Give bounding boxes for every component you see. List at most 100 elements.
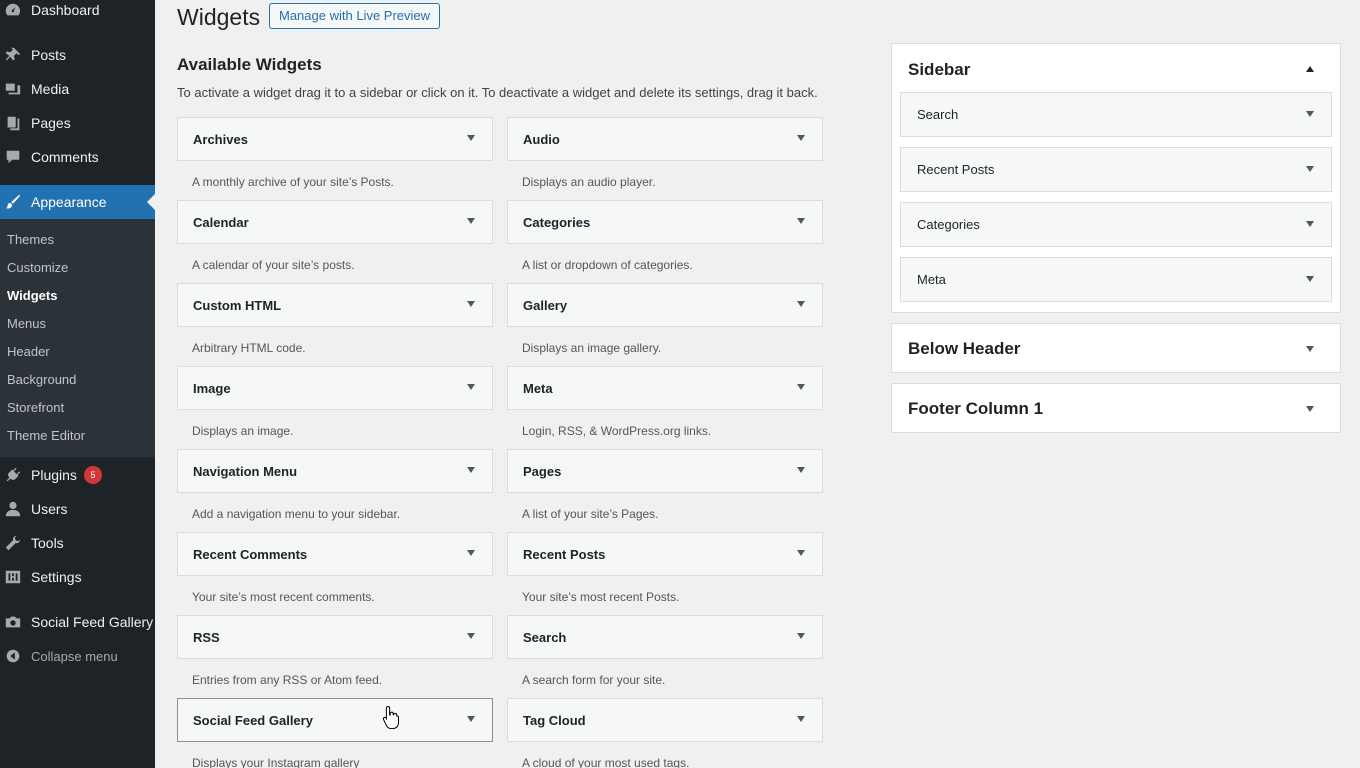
widget-social-feed-gallery[interactable]: Social Feed Gallery — [177, 698, 493, 742]
widget-title: Gallery — [523, 297, 568, 313]
menu-item-dashboard[interactable]: Dashboard — [0, 0, 155, 27]
widget-description: A list of your site’s Pages. — [522, 507, 659, 521]
chevron-down-icon[interactable] — [797, 716, 805, 722]
widget-title: Tag Cloud — [523, 712, 586, 728]
chevron-down-icon[interactable] — [797, 550, 805, 556]
menu-item-comments[interactable]: Comments — [0, 140, 155, 174]
menu-item-social-feed-gallery[interactable]: Social Feed Gallery — [0, 605, 155, 639]
menu-label-settings: Settings — [31, 569, 82, 585]
widget-archives[interactable]: Archives — [177, 117, 493, 161]
widget-description: A monthly archive of your site’s Posts. — [192, 175, 394, 189]
widget-description: Your site’s most recent Posts. — [522, 590, 680, 604]
available-widgets-title: Available Widgets — [177, 55, 322, 74]
submenu-item-themes[interactable]: Themes — [7, 230, 54, 250]
widget-title: Social Feed Gallery — [193, 712, 313, 728]
menu-item-plugins[interactable]: Plugins 5 — [0, 458, 155, 492]
widget-rss[interactable]: RSS — [177, 615, 493, 659]
widget-title: Search — [523, 629, 567, 645]
sidebar-widget-recent-posts[interactable]: Recent Posts — [900, 147, 1332, 192]
chevron-down-icon[interactable] — [1306, 111, 1314, 117]
widget-tag-cloud[interactable]: Tag Cloud — [507, 698, 823, 742]
chevron-up-icon[interactable] — [1306, 66, 1314, 72]
chevron-down-icon[interactable] — [1306, 166, 1314, 172]
chevron-down-icon[interactable] — [467, 716, 475, 722]
submenu-item-customize[interactable]: Customize — [7, 258, 68, 278]
page-title: Widgets — [177, 4, 261, 30]
widget-custom-html[interactable]: Custom HTML — [177, 283, 493, 327]
widget-image[interactable]: Image — [177, 366, 493, 410]
sidebar-widget-search[interactable]: Search — [900, 92, 1332, 137]
chevron-down-icon[interactable] — [467, 135, 475, 141]
sidebar-area-footer-column-1[interactable]: Footer Column 1 — [891, 383, 1341, 433]
user-icon — [3, 499, 23, 519]
widget-title: Meta — [523, 380, 553, 396]
sidebar-area-sidebar: Sidebar Search Recent Posts Categories M… — [891, 43, 1341, 313]
chevron-down-icon[interactable] — [1306, 221, 1314, 227]
sidebar-area-title[interactable]: Below Header — [908, 339, 1020, 359]
menu-label-media: Media — [31, 81, 70, 97]
widget-calendar[interactable]: Calendar — [177, 200, 493, 244]
chevron-down-icon[interactable] — [467, 384, 475, 390]
widget-title: RSS — [193, 629, 220, 645]
sidebar-area-below-header[interactable]: Below Header — [891, 323, 1341, 373]
chevron-down-icon[interactable] — [797, 135, 805, 141]
chevron-down-icon[interactable] — [797, 633, 805, 639]
dashboard-icon — [3, 0, 23, 20]
chevron-down-icon[interactable] — [797, 301, 805, 307]
widget-recent-comments[interactable]: Recent Comments — [177, 532, 493, 576]
settings-icon — [3, 567, 23, 587]
widget-title: Categories — [523, 214, 591, 230]
submenu-item-header[interactable]: Header — [7, 342, 50, 362]
widget-description: Displays an image gallery. — [522, 341, 662, 355]
chevron-down-icon[interactable] — [797, 218, 805, 224]
widget-title: Pages — [523, 463, 562, 479]
widget-pages[interactable]: Pages — [507, 449, 823, 493]
chevron-down-icon[interactable] — [467, 550, 475, 556]
chevron-down-icon[interactable] — [1306, 406, 1314, 412]
widget-audio[interactable]: Audio — [507, 117, 823, 161]
chevron-down-icon[interactable] — [1306, 276, 1314, 282]
menu-label-plugins: Plugins — [31, 467, 77, 483]
submenu-item-storefront[interactable]: Storefront — [7, 398, 64, 418]
widget-gallery[interactable]: Gallery — [507, 283, 823, 327]
menu-item-settings[interactable]: Settings — [0, 560, 155, 594]
widget-search[interactable]: Search — [507, 615, 823, 659]
chevron-down-icon[interactable] — [467, 301, 475, 307]
menu-item-tools[interactable]: Tools — [0, 526, 155, 560]
sidebar-widget-meta[interactable]: Meta — [900, 257, 1332, 302]
submenu-item-menus[interactable]: Menus — [7, 314, 46, 334]
submenu-item-theme-editor[interactable]: Theme Editor — [7, 426, 85, 446]
submenu-item-background[interactable]: Background — [7, 370, 76, 390]
menu-item-pages[interactable]: Pages — [0, 106, 155, 140]
widget-description: Entries from any RSS or Atom feed. — [192, 673, 383, 687]
chevron-down-icon[interactable] — [797, 467, 805, 473]
sidebar-area-title[interactable]: Sidebar — [908, 60, 970, 80]
menu-item-posts[interactable]: Posts — [0, 38, 155, 72]
appearance-submenu: Themes Customize Widgets Menus Header Ba… — [0, 219, 155, 457]
paintbrush-icon — [3, 192, 23, 212]
widget-description: A list or dropdown of categories. — [522, 258, 693, 272]
sidebar-area-title[interactable]: Footer Column 1 — [908, 399, 1043, 419]
chevron-down-icon[interactable] — [467, 633, 475, 639]
plugins-update-badge: 5 — [83, 466, 102, 484]
chevron-down-icon[interactable] — [467, 218, 475, 224]
chevron-down-icon[interactable] — [1306, 346, 1314, 352]
widget-meta[interactable]: Meta — [507, 366, 823, 410]
menu-label-appearance: Appearance — [31, 194, 107, 210]
submenu-item-widgets[interactable]: Widgets — [7, 286, 57, 306]
chevron-down-icon[interactable] — [467, 467, 475, 473]
widget-description: Displays an audio player. — [522, 175, 656, 189]
widget-categories[interactable]: Categories — [507, 200, 823, 244]
menu-item-media[interactable]: Media — [0, 72, 155, 106]
menu-item-users[interactable]: Users — [0, 492, 155, 526]
comment-icon — [3, 147, 23, 167]
manage-live-preview-button[interactable]: Manage with Live Preview — [269, 3, 441, 29]
widget-recent-posts[interactable]: Recent Posts — [507, 532, 823, 576]
chevron-down-icon[interactable] — [797, 384, 805, 390]
menu-item-appearance[interactable]: Appearance — [0, 185, 155, 219]
sidebar-widget-categories[interactable]: Categories — [900, 202, 1332, 247]
collapse-menu-button[interactable]: Collapse menu — [0, 639, 155, 673]
widget-navigation-menu[interactable]: Navigation Menu — [177, 449, 493, 493]
menu-label-comments: Comments — [31, 149, 99, 165]
widget-description: Arbitrary HTML code. — [192, 341, 306, 355]
